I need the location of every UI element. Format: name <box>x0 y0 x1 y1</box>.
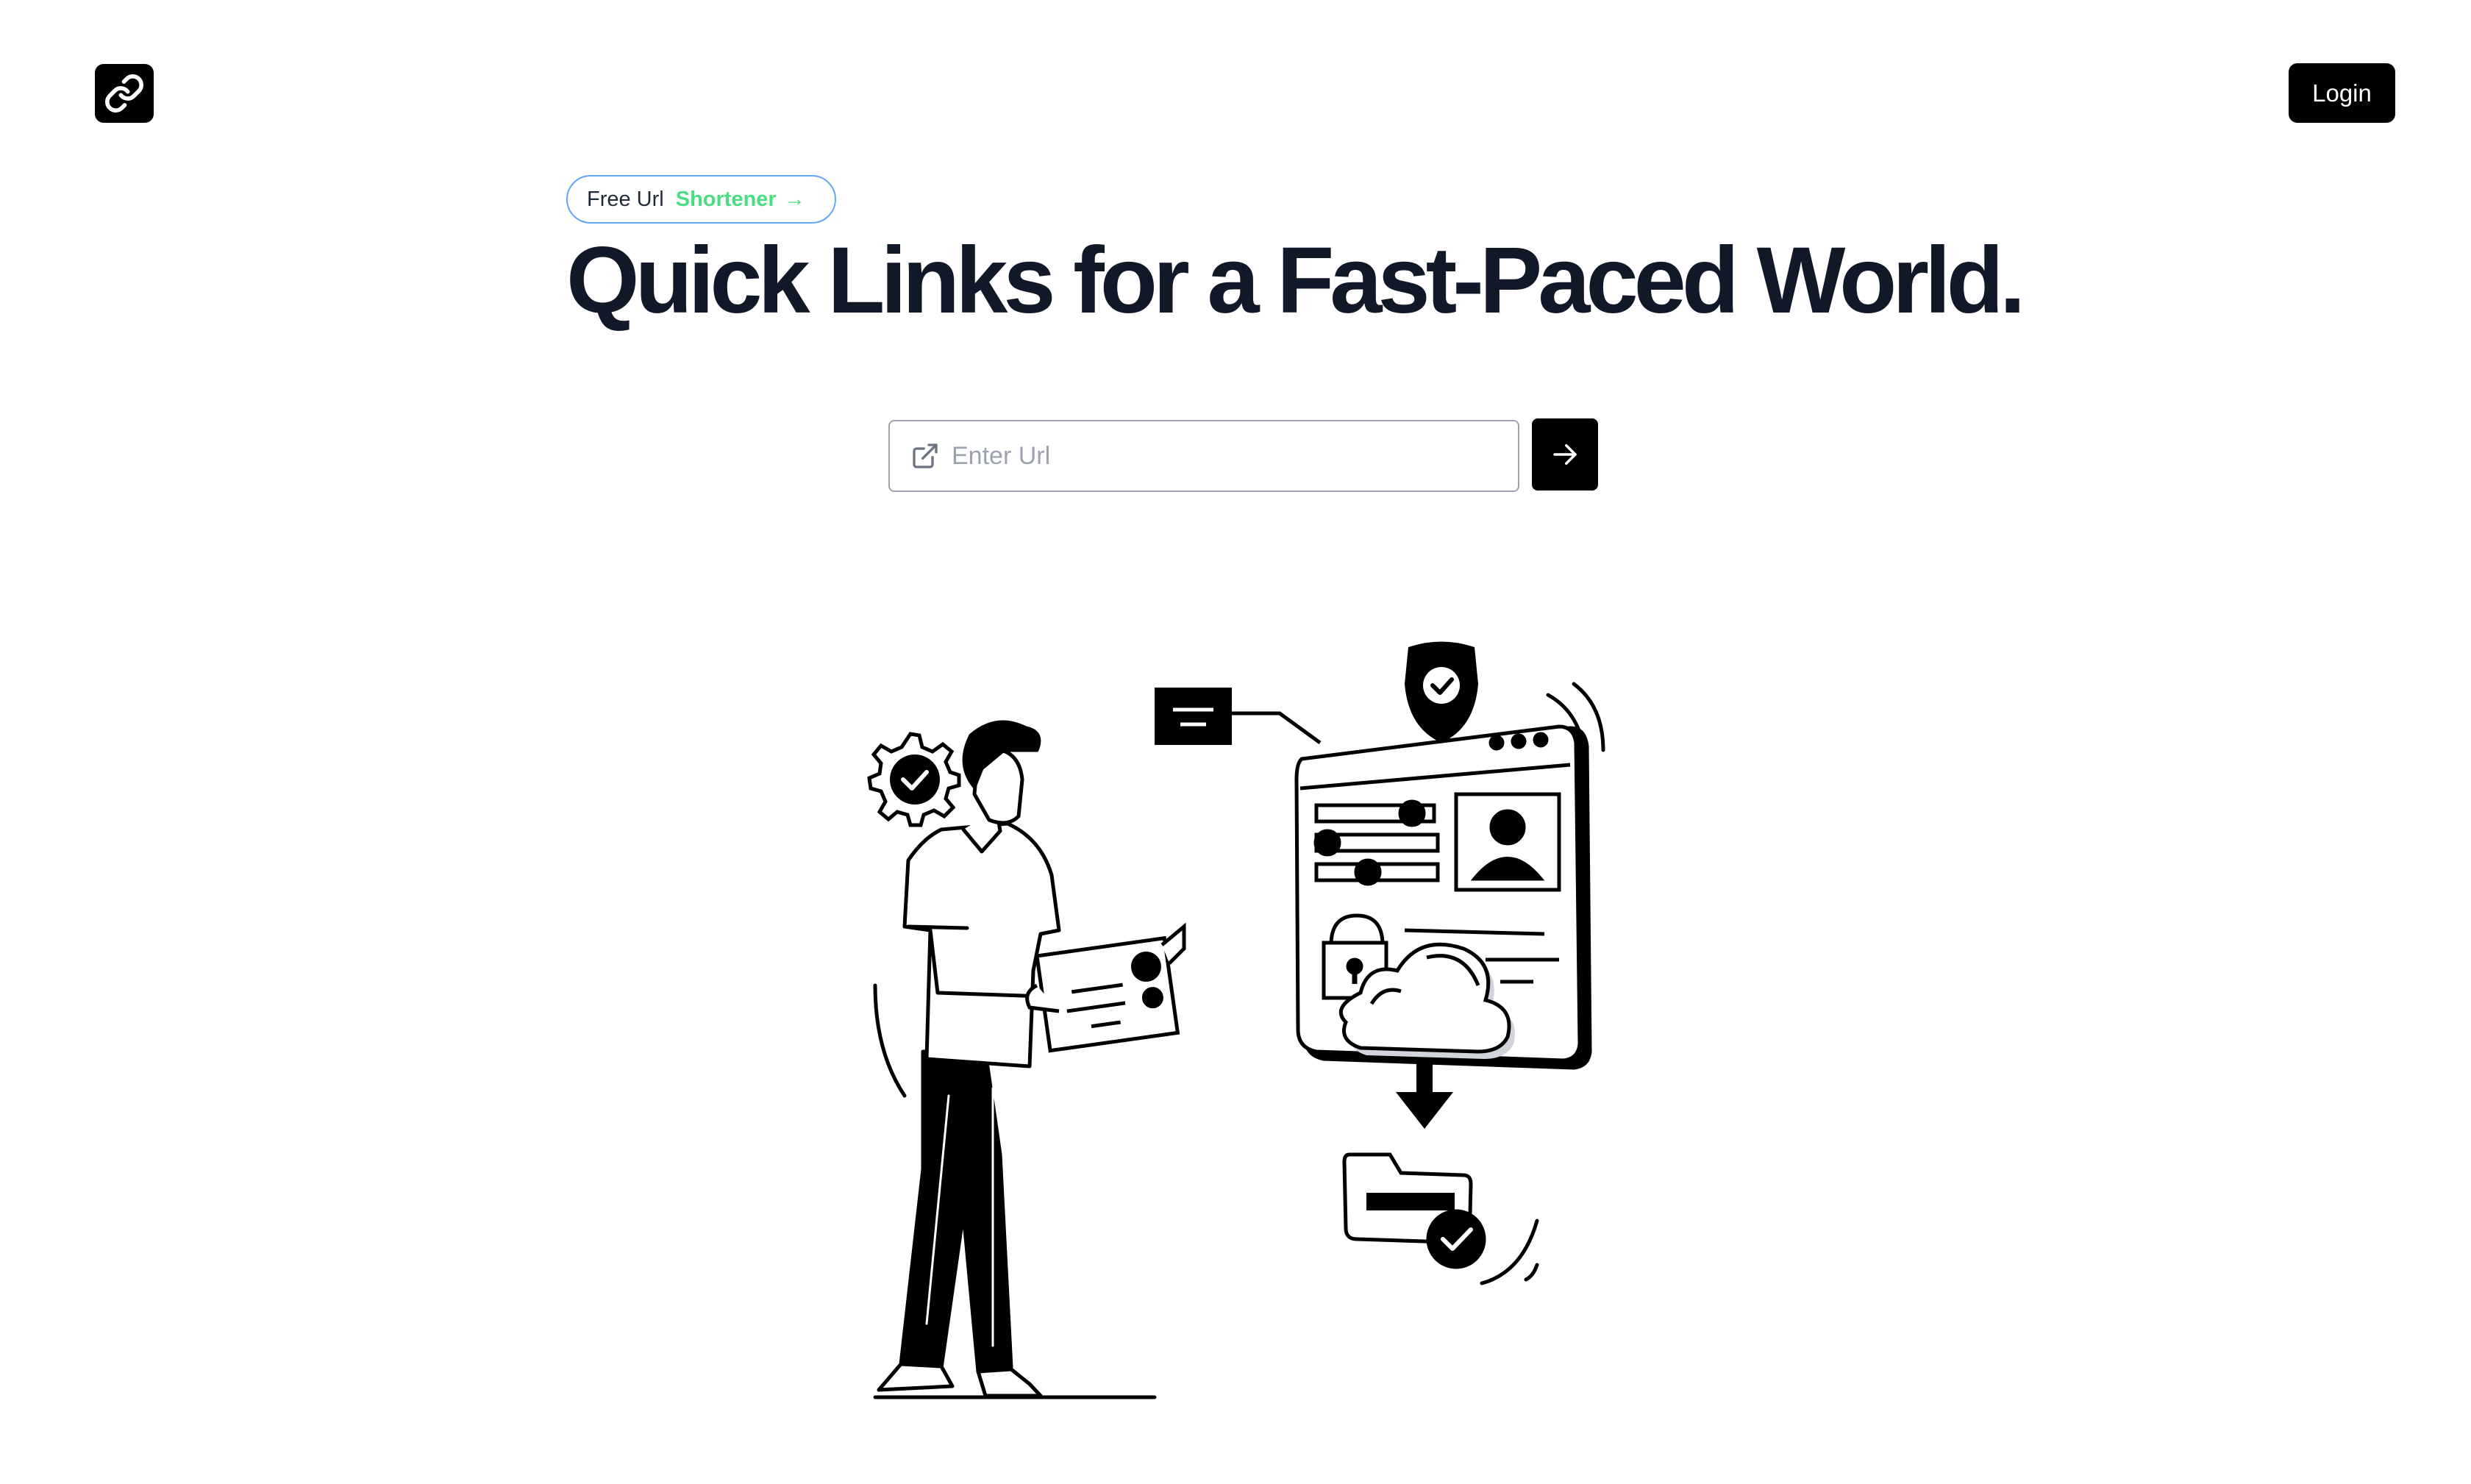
shield-check-icon <box>1405 641 1478 743</box>
hero-illustration <box>867 641 1605 1399</box>
arrow-right-icon <box>1553 444 1577 465</box>
login-button[interactable]: Login <box>2289 63 2395 123</box>
message-icon <box>1155 688 1322 745</box>
gear-check-icon <box>867 732 961 827</box>
external-link-icon <box>910 441 940 471</box>
logo[interactable] <box>95 64 154 123</box>
page-title: Quick Links for a Fast-Paced World. <box>566 228 2025 333</box>
folder-icon <box>1342 1152 1486 1269</box>
arrow-down-icon <box>1396 1059 1453 1129</box>
card-in-hand <box>1035 935 1180 1053</box>
free-url-shortener-badge[interactable]: Free Url Shortener → <box>566 175 836 224</box>
shorten-submit-button[interactable] <box>1532 418 1598 490</box>
url-input-container[interactable] <box>888 420 1519 492</box>
badge-accent-text: Shortener <box>675 187 777 211</box>
person-figure <box>877 720 1061 1398</box>
user-avatar-icon <box>1454 792 1561 892</box>
badge-text: Free Url <box>587 187 664 211</box>
arrow-right-icon: → <box>783 187 805 211</box>
url-input[interactable] <box>950 440 1483 471</box>
link-icon <box>105 74 143 113</box>
